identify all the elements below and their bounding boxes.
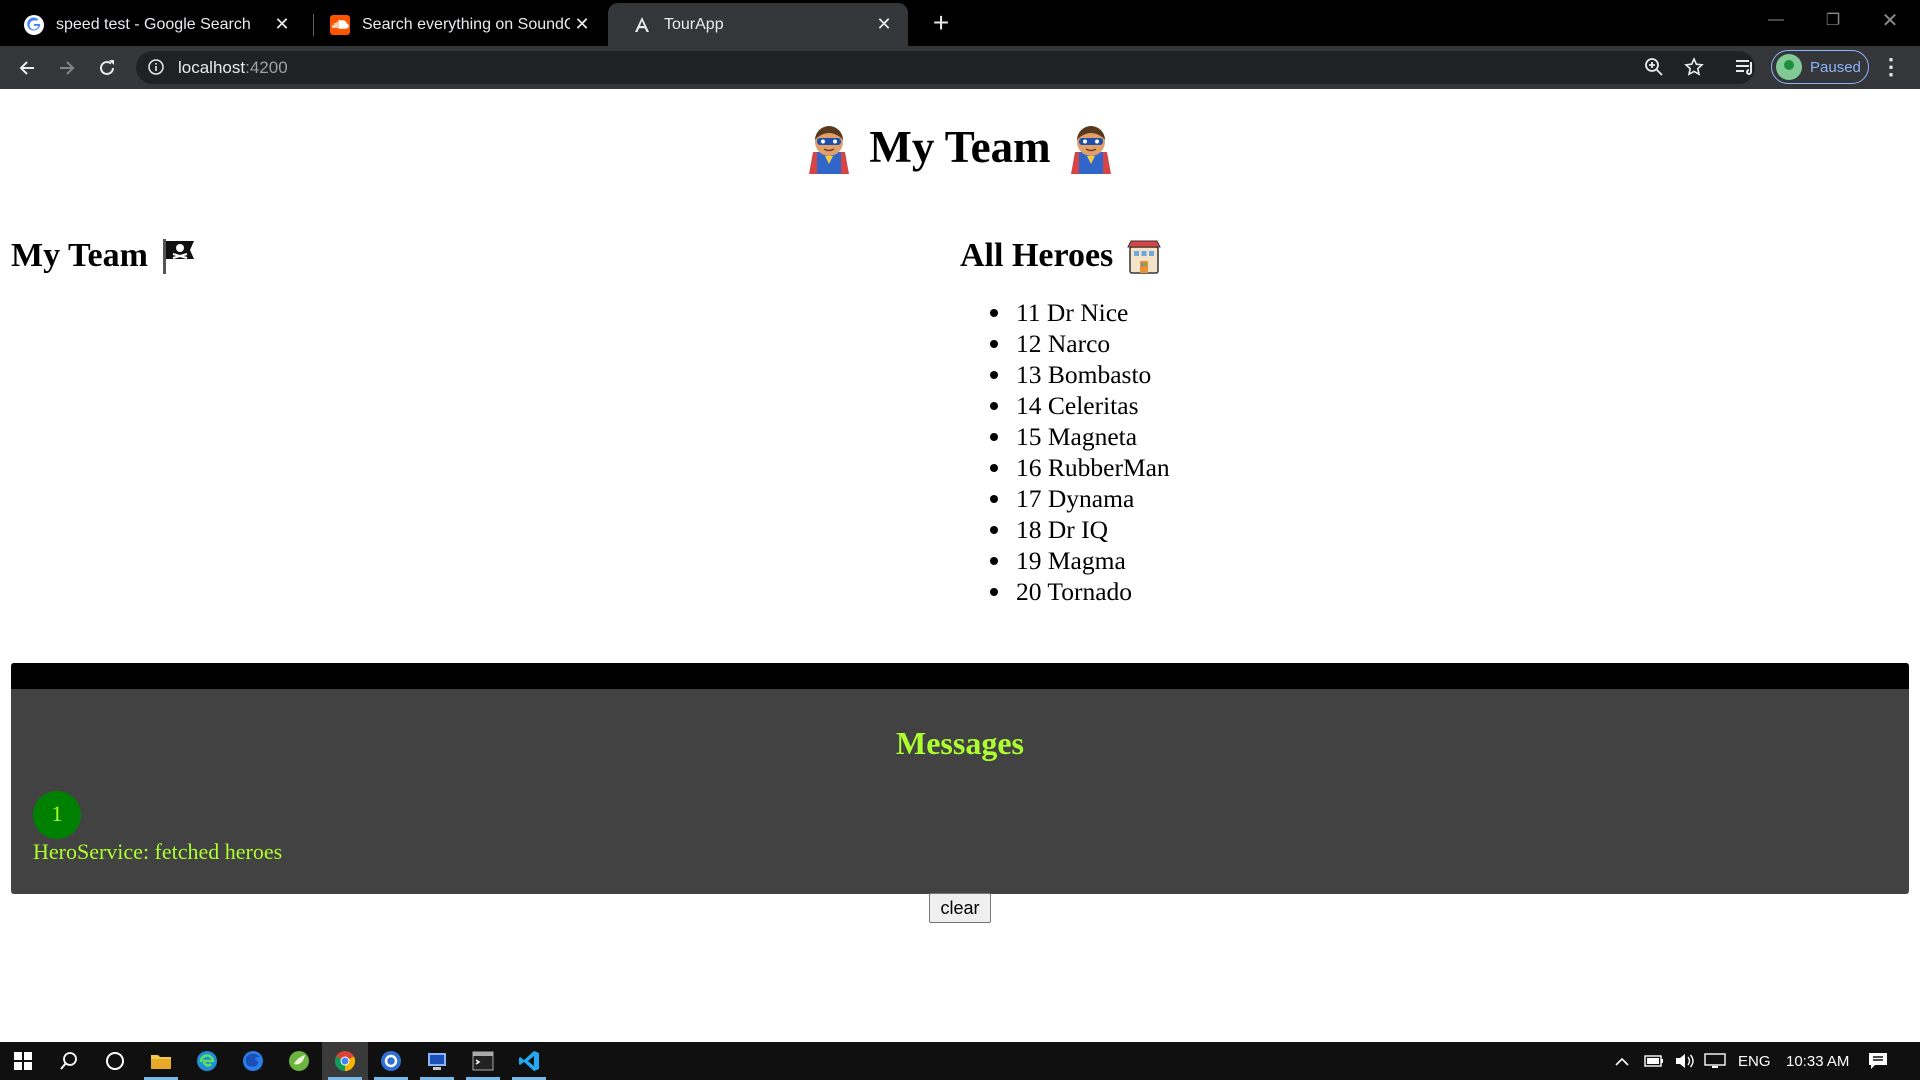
address-bar[interactable]: localhost:4200: [136, 51, 1755, 84]
file-explorer-icon[interactable]: [138, 1042, 184, 1080]
windows-start-icon[interactable]: [0, 1042, 46, 1080]
hotel-building-icon: [1125, 237, 1163, 275]
clock[interactable]: 10:33 AM: [1786, 1042, 1849, 1080]
window-close-icon[interactable]: ✕: [1862, 0, 1918, 40]
hero-list-item[interactable]: 11 Dr Nice: [990, 297, 1170, 328]
url-text: localhost:4200: [178, 58, 288, 77]
hero-list-item[interactable]: 12 Narco: [990, 328, 1170, 359]
close-icon[interactable]: ✕: [872, 14, 896, 35]
browser-app-icon[interactable]: [368, 1042, 414, 1080]
hero-list: 11 Dr Nice 12 Narco 13 Bombasto 14 Celer…: [990, 297, 1170, 607]
hero-list-item[interactable]: 17 Dynama: [990, 483, 1170, 514]
superhero-icon: [803, 122, 855, 174]
volume-icon[interactable]: [1674, 1042, 1694, 1080]
hero-list-item[interactable]: 14 Celeritas: [990, 390, 1170, 421]
windows-taskbar: ENG 10:33 AM: [0, 1042, 1920, 1080]
google-icon: [24, 14, 44, 35]
tab-google-search[interactable]: speed test - Google Search ✕: [0, 3, 306, 46]
zoom-icon[interactable]: [1644, 57, 1664, 82]
hero-list-item[interactable]: 16 RubberMan: [990, 452, 1170, 483]
hero-list-item[interactable]: 20 Tornado: [990, 576, 1170, 607]
my-team-section: My Team: [11, 237, 198, 275]
all-heroes-heading: All Heroes: [960, 237, 1170, 275]
forward-icon[interactable]: [51, 52, 83, 84]
new-tab-button[interactable]: +: [923, 5, 959, 41]
edge-icon[interactable]: [184, 1042, 230, 1080]
page-title: My Team: [0, 121, 1920, 178]
messages-header-bar: [11, 663, 1909, 689]
soundcloud-icon: [330, 14, 350, 35]
message-item: HeroService: fetched heroes: [33, 839, 283, 864]
search-icon[interactable]: [46, 1042, 92, 1080]
reload-icon[interactable]: [91, 52, 123, 84]
vscode-icon[interactable]: [506, 1042, 552, 1080]
battery-icon[interactable]: [1644, 1042, 1664, 1080]
all-heroes-heading-text: All Heroes: [960, 237, 1114, 274]
media-queue-icon[interactable]: [1734, 56, 1756, 83]
action-center-icon[interactable]: [1868, 1042, 1888, 1080]
angular-icon: [632, 15, 652, 35]
cortana-icon[interactable]: [92, 1042, 138, 1080]
show-hidden-icons[interactable]: [1614, 1042, 1630, 1080]
bookmark-star-icon[interactable]: [1684, 57, 1704, 82]
messages-title: Messages: [896, 725, 1024, 761]
terminal-icon[interactable]: [460, 1042, 506, 1080]
pirate-flag-icon: [160, 237, 198, 275]
remote-desktop-icon[interactable]: [414, 1042, 460, 1080]
firefox-icon[interactable]: [230, 1042, 276, 1080]
hero-list-item[interactable]: 13 Bombasto: [990, 359, 1170, 390]
language-indicator[interactable]: ENG: [1738, 1042, 1771, 1080]
profile-button[interactable]: Paused: [1771, 50, 1869, 84]
all-heroes-section: All Heroes 11 Dr Nice 12 Narco 13 Bombas…: [960, 237, 1170, 607]
tab-title: Search everything on SoundCloud: [362, 15, 570, 33]
superhero-icon: [1065, 122, 1117, 174]
messages-panel: Messages 1 HeroService: fetched heroes: [11, 663, 1909, 894]
app-page: My Team My Team All Heroes 11 Dr Nice 12…: [0, 89, 1920, 1042]
network-icon[interactable]: [1704, 1042, 1726, 1080]
chrome-icon[interactable]: [322, 1042, 368, 1080]
clear-button[interactable]: clear: [929, 893, 991, 923]
message-count-badge: 1: [33, 791, 81, 839]
restore-icon[interactable]: ❐: [1805, 0, 1861, 40]
hero-list-item[interactable]: 15 Magneta: [990, 421, 1170, 452]
back-icon[interactable]: [11, 52, 43, 84]
my-team-heading-text: My Team: [11, 237, 148, 274]
more-menu-icon[interactable]: ⋮: [1880, 54, 1902, 80]
site-info-icon[interactable]: [148, 59, 164, 80]
minimize-icon[interactable]: —: [1748, 0, 1804, 40]
spring-tool-icon[interactable]: [276, 1042, 322, 1080]
tab-title: TourApp: [664, 15, 724, 33]
tab-soundcloud[interactable]: Search everything on SoundCloud ✕: [306, 3, 606, 46]
browser-toolbar: localhost:4200 Paused ⋮: [0, 46, 1920, 89]
browser-tab-strip: speed test - Google Search ✕ Search ever…: [0, 0, 1920, 46]
hero-list-item[interactable]: 19 Magma: [990, 545, 1170, 576]
tab-tourapp[interactable]: TourApp ✕: [608, 3, 908, 46]
my-team-heading: My Team: [11, 237, 198, 275]
profile-status: Paused: [1810, 58, 1861, 76]
tab-title: speed test - Google Search: [56, 15, 251, 33]
page-title-text: My Team: [869, 122, 1051, 172]
hero-list-item[interactable]: 18 Dr IQ: [990, 514, 1170, 545]
close-icon[interactable]: ✕: [270, 14, 294, 35]
close-icon[interactable]: ✕: [570, 14, 594, 35]
avatar: [1776, 54, 1802, 80]
